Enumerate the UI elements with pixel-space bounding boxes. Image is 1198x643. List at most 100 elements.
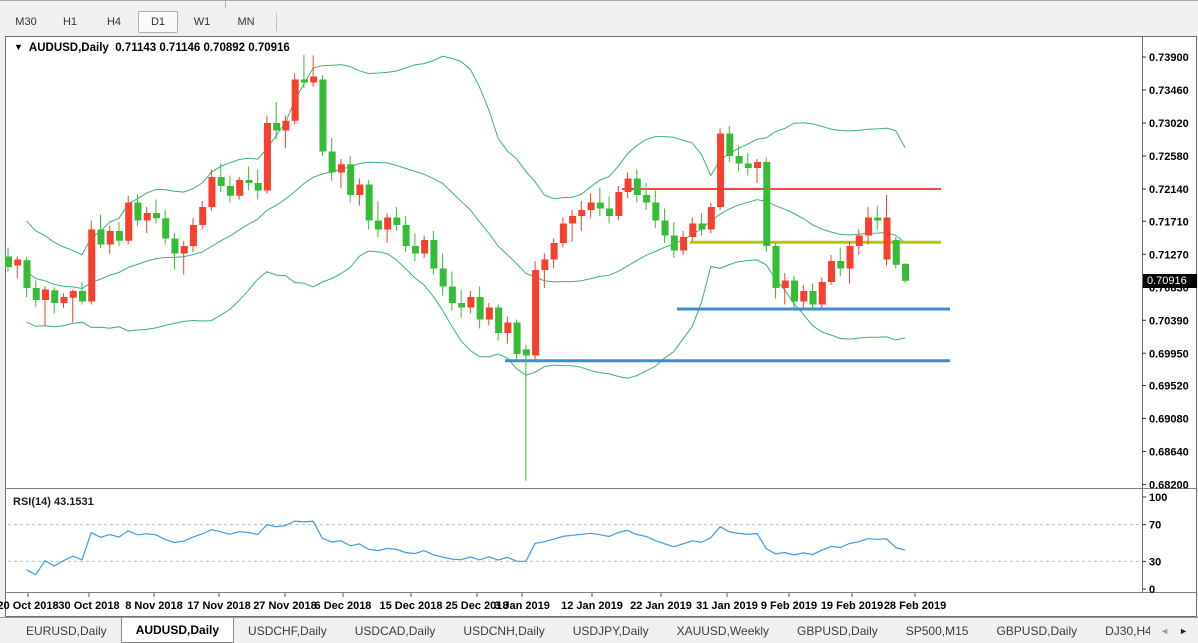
candle-body [754, 162, 761, 168]
candle-body [495, 308, 502, 334]
timeframe-toolbar: M30H1H4D1W1MN [0, 7, 1198, 36]
tab-scroll-arrows: ◄ ► [1150, 618, 1198, 643]
candle-body [486, 308, 493, 320]
price-axis-label: 0.73020 [1149, 118, 1189, 130]
toolbar-separator [276, 13, 277, 31]
chart-tab-audusd-daily[interactable]: AUDUSD,Daily [121, 618, 234, 643]
candle-body [236, 180, 243, 196]
timeframe-button-h4[interactable]: H4 [94, 11, 134, 33]
candle-body [440, 269, 447, 287]
chart-tab-usdjpy-daily[interactable]: USDJPY,Daily [559, 618, 663, 643]
price-axis-label: 0.73900 [1149, 52, 1189, 64]
candle-body [282, 121, 289, 131]
candle-body [310, 77, 317, 83]
candle-body [403, 225, 410, 246]
rsi-scale-label: 70 [1149, 520, 1161, 532]
candle-body [190, 225, 197, 246]
price-axis-label: 0.69080 [1149, 414, 1189, 426]
candle-body [430, 240, 437, 269]
candle-body [837, 261, 844, 269]
date-axis-label: 3 Jan 2019 [494, 600, 550, 612]
candle-body [791, 281, 798, 302]
chart-tab-usdcnh-daily[interactable]: USDCNH,Daily [449, 618, 558, 643]
price-axis-label: 0.72140 [1149, 184, 1189, 196]
date-axis-label: 31 Jan 2019 [696, 600, 758, 612]
candle-body [615, 192, 622, 216]
date-axis-label: 27 Nov 2018 [253, 600, 317, 612]
timeframe-button-d1[interactable]: D1 [138, 11, 178, 33]
date-axis-label: 6 Dec 2018 [315, 600, 372, 612]
chart-dropdown-icon[interactable]: ▼ [14, 42, 23, 52]
chart-tab-gbpusd-daily[interactable]: GBPUSD,Daily [783, 618, 892, 643]
timeframe-button-m30[interactable]: M30 [6, 11, 46, 33]
candle-body [606, 209, 613, 217]
chart-title: ▼AUDUSD,Daily 0.71143 0.71146 0.70892 0.… [14, 42, 290, 54]
candle-body [689, 224, 696, 238]
chart-tab-eurusd-daily[interactable]: EURUSD,Daily [12, 618, 121, 643]
rsi-indicator-label: RSI(14) 43.1531 [13, 496, 94, 508]
candle-body [763, 162, 770, 246]
timeframe-button-mn[interactable]: MN [226, 11, 266, 33]
candle-body [828, 261, 835, 282]
candle-body [726, 134, 733, 157]
chart-tab-dj30-h4[interactable]: DJ30,H4 [1091, 618, 1150, 643]
chart-tab-gbpusd-daily[interactable]: GBPUSD,Daily [982, 618, 1091, 643]
candle-body [134, 203, 141, 221]
date-axis-label: 12 Jan 2019 [561, 600, 623, 612]
candle-body [107, 231, 114, 245]
candle-body [88, 230, 95, 302]
candle-body [569, 216, 576, 224]
candle-body [51, 290, 58, 303]
candle-body [125, 203, 132, 241]
rsi-scale-label: 100 [1149, 492, 1167, 504]
chart-tab-sp500-m15[interactable]: SP500,M15 [892, 618, 983, 643]
candle-body [144, 213, 151, 221]
chart-tab-strip: EURUSD,DailyAUDUSD,DailyUSDCHF,DailyUSDC… [0, 618, 1150, 643]
candle-body [541, 260, 548, 271]
price-axis-label: 0.73460 [1149, 85, 1189, 97]
candle-body [171, 239, 178, 254]
rsi-scale-label: 0 [1149, 584, 1155, 596]
candle-body [708, 207, 715, 230]
candle-body [458, 303, 465, 308]
tab-scroll-left-icon[interactable]: ◄ [1160, 626, 1169, 636]
candle-body [625, 179, 632, 193]
date-axis-label: 9 Feb 2019 [761, 600, 817, 612]
candle-body [819, 282, 826, 305]
chart-area[interactable]: 100 70 30 0 0.73900 0.73460 0.73020 0.72580 0.72… [0, 36, 1198, 617]
price-axis-label: 0.72580 [1149, 151, 1189, 163]
timeframe-button-h1[interactable]: H1 [50, 11, 90, 33]
candle-body [245, 180, 252, 183]
rsi-scale-label: 30 [1149, 556, 1161, 568]
candle-body [42, 290, 49, 301]
chart-tab-bar: EURUSD,DailyAUDUSD,DailyUSDCHF,DailyUSDC… [0, 617, 1198, 643]
timeframe-button-w1[interactable]: W1 [182, 11, 222, 33]
chart-background [6, 37, 1196, 616]
current-price-tag: 0.70916 [1143, 274, 1197, 288]
candle-body [255, 183, 262, 191]
price-axis-label: 0.70390 [1149, 315, 1189, 327]
chart-tab-usdchf-daily[interactable]: USDCHF,Daily [234, 618, 341, 643]
candle-body [588, 203, 595, 211]
date-axis-label: 28 Feb 2019 [884, 600, 946, 612]
candle-body [884, 218, 891, 260]
price-axis-label: 0.69950 [1149, 348, 1189, 360]
candle-body [356, 185, 363, 196]
candle-body [97, 230, 104, 245]
date-axis-label: 20 Oct 2018 [0, 600, 59, 612]
candle-body [60, 297, 67, 303]
candle-body [116, 231, 123, 241]
candle-body [227, 186, 234, 196]
candle-body [329, 152, 336, 173]
date-axis-label: 17 Nov 2018 [187, 600, 251, 612]
candle-body [597, 203, 604, 209]
chart-tab-usdcad-daily[interactable]: USDCAD,Daily [341, 618, 450, 643]
chart-tab-xauusd-weekly[interactable]: XAUUSD,Weekly [663, 618, 783, 643]
candle-body [292, 80, 299, 121]
candle-body [874, 218, 881, 221]
date-axis-label: 30 Oct 2018 [58, 600, 119, 612]
candle-body [504, 323, 511, 334]
tab-scroll-right-icon[interactable]: ► [1179, 626, 1188, 636]
candle-body [153, 213, 160, 218]
candle-body [800, 291, 807, 302]
